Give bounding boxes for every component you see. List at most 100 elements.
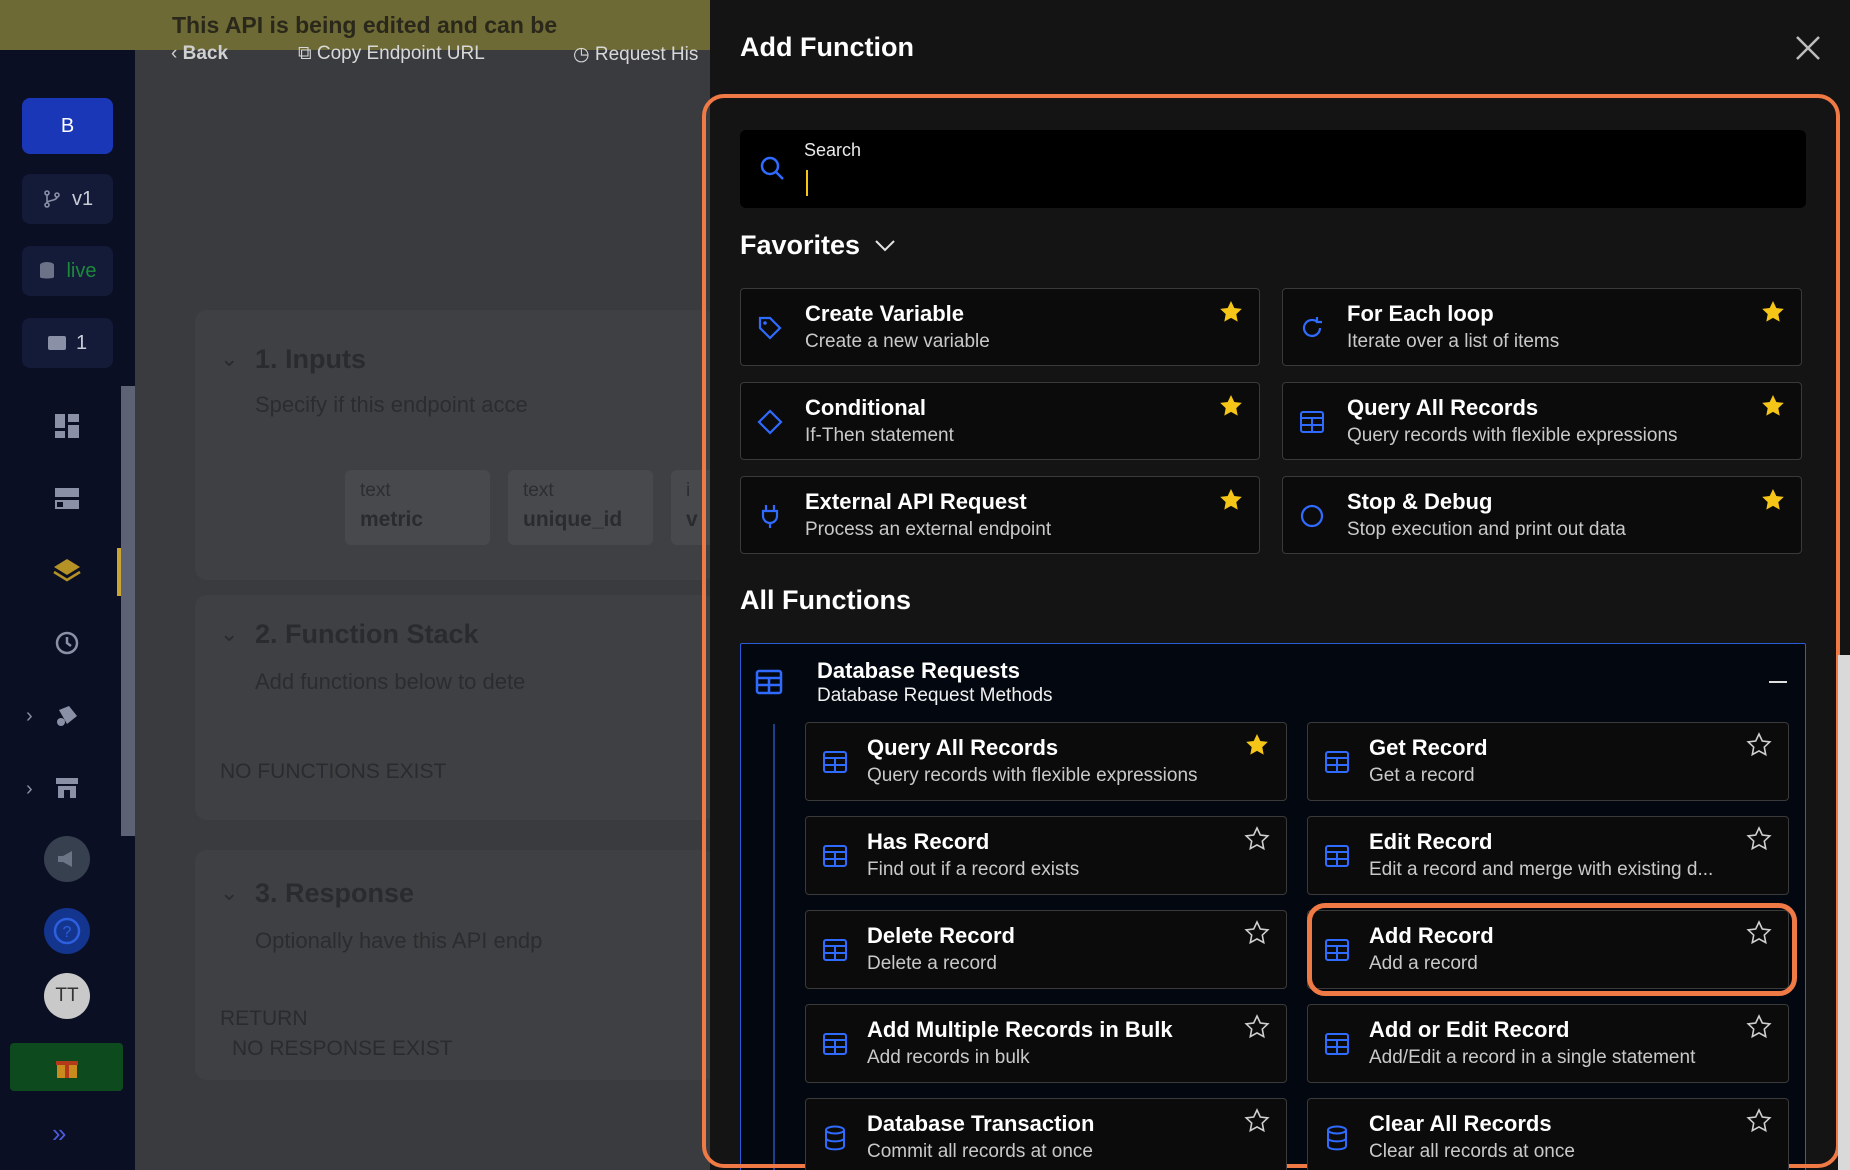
inputs-description: Specify if this endpoint acce xyxy=(255,392,528,417)
star-filled-icon[interactable] xyxy=(1218,487,1244,513)
expand-chevron-icon[interactable]: › xyxy=(26,705,33,728)
function-card-stop-and-debug[interactable]: Stop & Debug Stop execution and print out… xyxy=(1282,476,1802,554)
function-card-for-each-loop[interactable]: For Each loop Iterate over a list of item… xyxy=(1282,288,1802,366)
star-filled-icon[interactable] xyxy=(1760,393,1786,419)
function-card-delete-record[interactable]: Delete Record Delete a record xyxy=(805,910,1287,989)
function-stack-title: 2. Function Stack xyxy=(255,619,479,649)
function-stack-description: Add functions below to dete xyxy=(255,669,526,694)
back-button[interactable]: ‹ Back xyxy=(171,43,228,65)
function-description: Find out if a record exists xyxy=(867,859,1080,880)
table-icon xyxy=(1322,1029,1352,1059)
request-history-button[interactable]: ◷ Request His xyxy=(573,43,698,66)
star-filled-icon[interactable] xyxy=(1760,487,1786,513)
collapse-chevron-icon[interactable]: ⌄ xyxy=(220,880,238,906)
function-description: Create a new variable xyxy=(805,331,990,352)
search-input[interactable] xyxy=(804,166,1784,198)
function-description: Commit all records at once xyxy=(867,1141,1093,1162)
star-filled-icon[interactable] xyxy=(1244,732,1270,758)
endpoint-toolbar: ‹ Back ⧉ Copy Endpoint URL ◷ Request His xyxy=(135,40,710,70)
star-filled-icon[interactable] xyxy=(1218,299,1244,325)
function-card-database-transaction[interactable]: Database Transaction Commit all records a… xyxy=(805,1098,1287,1170)
star-outline-icon[interactable] xyxy=(1746,920,1772,946)
function-card-edit-record[interactable]: Edit Record Edit a record and merge with … xyxy=(1307,816,1789,895)
function-card-get-record[interactable]: Get Record Get a record xyxy=(1307,722,1789,801)
comments-button[interactable]: 1 xyxy=(22,318,113,368)
function-card-external-api-request[interactable]: External API Request Process an external … xyxy=(740,476,1260,554)
function-description: Process an external endpoint xyxy=(805,519,1052,540)
gift-button[interactable] xyxy=(10,1043,123,1091)
panel-title: Add Function xyxy=(740,32,914,62)
collapse-group-button[interactable] xyxy=(1769,681,1787,683)
favorites-heading: Favorites xyxy=(740,230,861,260)
sidebar-scrollbar[interactable] xyxy=(121,386,135,836)
close-button[interactable] xyxy=(1788,28,1828,68)
circle-icon xyxy=(1297,501,1327,531)
api-icon[interactable] xyxy=(46,550,88,592)
environment-button[interactable]: live xyxy=(22,246,113,296)
star-filled-icon[interactable] xyxy=(1218,393,1244,419)
star-outline-icon[interactable] xyxy=(1746,1108,1772,1134)
star-outline-icon[interactable] xyxy=(1244,1014,1270,1040)
comment-icon xyxy=(47,336,66,350)
branch-button[interactable]: v1 xyxy=(22,174,113,224)
collapse-chevron-icon[interactable]: ⌄ xyxy=(220,621,238,647)
avatar[interactable]: TT xyxy=(44,973,90,1019)
function-card-clear-all-records[interactable]: Clear All Records Clear all records at on… xyxy=(1307,1098,1789,1170)
group-description: Database Request Methods xyxy=(817,685,1053,706)
function-card-query-all-records[interactable]: Query All Records Query records with flex… xyxy=(805,722,1287,801)
function-card-add-or-edit-record[interactable]: Add or Edit Record Add/Edit a record in a… xyxy=(1307,1004,1789,1083)
function-title: Conditional xyxy=(805,395,926,420)
group-title: Database Requests xyxy=(817,658,1020,683)
no-functions-text: NO FUNCTIONS EXIST xyxy=(220,760,447,783)
function-card-add-multiple-records-in-bulk[interactable]: Add Multiple Records in Bulk Add records … xyxy=(805,1004,1287,1083)
announcements-icon[interactable] xyxy=(44,836,90,882)
function-card-create-variable[interactable]: Create Variable Create a new variable xyxy=(740,288,1260,366)
function-description: Iterate over a list of items xyxy=(1347,331,1560,352)
function-card-has-record[interactable]: Has Record Find out if a record exists xyxy=(805,816,1287,895)
request-history-label: Request His xyxy=(594,44,699,65)
star-filled-icon[interactable] xyxy=(1760,299,1786,325)
function-card-conditional[interactable]: Conditional If-Then statement xyxy=(740,382,1260,460)
no-response-text: NO RESPONSE EXIST xyxy=(232,1037,453,1060)
collapse-chevron-icon[interactable]: ⌄ xyxy=(220,346,238,372)
search-box[interactable]: Search xyxy=(740,130,1806,208)
function-title: Edit Record xyxy=(1369,829,1493,854)
marketplace-icon[interactable] xyxy=(46,767,88,809)
favorites-toggle[interactable]: Favorites xyxy=(740,230,896,261)
addons-icon[interactable] xyxy=(46,695,88,737)
gift-icon xyxy=(55,1061,78,1078)
star-outline-icon[interactable] xyxy=(1746,826,1772,852)
database-tables-icon[interactable] xyxy=(46,478,88,520)
field-type: text xyxy=(360,480,391,501)
function-title: External API Request xyxy=(805,489,1027,514)
function-card-add-record[interactable]: Add Record Add a record xyxy=(1307,910,1789,989)
help-icon[interactable]: ? xyxy=(44,908,90,954)
loop-icon xyxy=(1297,313,1327,343)
star-outline-icon[interactable] xyxy=(1244,1108,1270,1134)
table-icon xyxy=(1322,747,1352,777)
star-outline-icon[interactable] xyxy=(1244,826,1270,852)
input-field-card[interactable]: text unique_id xyxy=(508,470,653,545)
star-outline-icon[interactable] xyxy=(1244,920,1270,946)
function-description: Query records with flexible expressions xyxy=(1347,425,1678,446)
tag-icon xyxy=(755,313,785,343)
panel-scrollbar[interactable] xyxy=(1838,655,1850,1170)
expand-chevron-icon[interactable]: › xyxy=(26,778,33,801)
database-icon xyxy=(1322,1123,1352,1153)
history-icon[interactable] xyxy=(46,622,88,664)
function-description: If-Then statement xyxy=(805,425,954,446)
copy-endpoint-button[interactable]: ⧉ Copy Endpoint URL xyxy=(298,43,485,65)
sidebar-active-indicator xyxy=(117,548,121,596)
table-icon xyxy=(1322,841,1352,871)
input-field-card[interactable]: text metric xyxy=(345,470,490,545)
search-label: Search xyxy=(804,140,862,160)
star-outline-icon[interactable] xyxy=(1746,732,1772,758)
collapse-sidebar-icon[interactable]: » xyxy=(52,1118,66,1149)
workspace-button[interactable]: B xyxy=(22,98,113,154)
star-outline-icon[interactable] xyxy=(1746,1014,1772,1040)
branch-label: v1 xyxy=(71,187,94,210)
chevron-down-icon xyxy=(875,239,895,251)
dashboard-icon[interactable] xyxy=(46,405,88,447)
function-card-query-all-records[interactable]: Query All Records Query records with flex… xyxy=(1282,382,1802,460)
function-description: Add records in bulk xyxy=(867,1047,1030,1068)
